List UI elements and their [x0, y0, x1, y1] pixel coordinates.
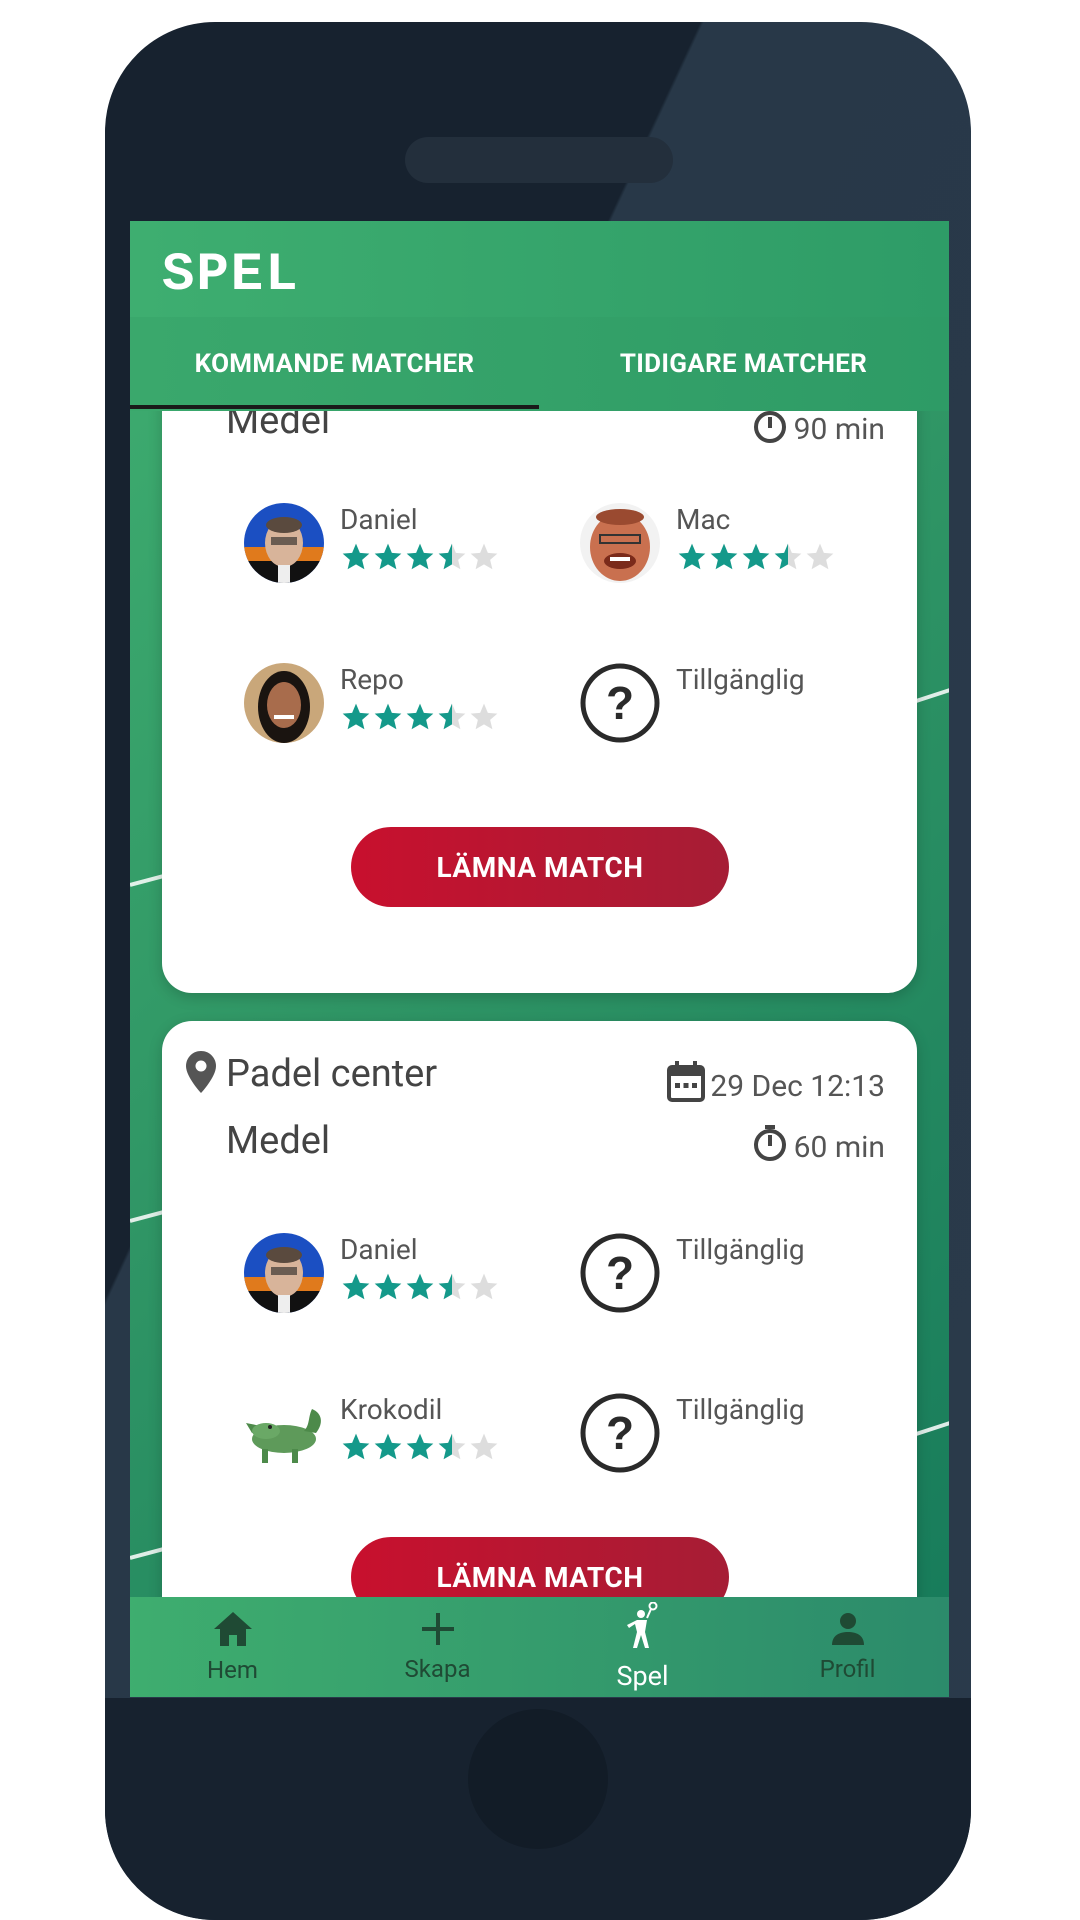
player-slot-available[interactable]: ? Tillgänglig [580, 1233, 910, 1323]
star-full-icon [678, 543, 706, 570]
player-name: Tillgänglig [676, 1233, 805, 1266]
star-full-icon [406, 1273, 434, 1300]
match-level: Medel [226, 1119, 331, 1163]
avatar-krokodil [244, 1393, 324, 1473]
match-location: Padel center [186, 1051, 437, 1097]
star-full-icon [742, 543, 770, 570]
player-rating [340, 541, 500, 573]
star-half-icon [438, 703, 466, 730]
match-duration: 90 min [750, 411, 885, 453]
avatar-daniel [244, 1233, 324, 1313]
leave-match-button[interactable]: LÄMNA MATCH [351, 827, 729, 907]
player-rating [340, 701, 500, 733]
nav-label: Spel [616, 1660, 669, 1692]
svg-text:?: ? [606, 1247, 634, 1299]
phone-home-button [468, 1709, 608, 1849]
question-icon: ? [580, 1233, 660, 1313]
nav-item-skapa[interactable]: Skapa [335, 1597, 540, 1697]
star-half-icon [774, 543, 802, 570]
timer-icon [750, 1123, 794, 1171]
plus-icon [420, 1611, 456, 1651]
star-empty-icon [470, 543, 498, 570]
star-full-icon [374, 1273, 402, 1300]
match-duration: 60 min [750, 1123, 885, 1171]
star-half-icon [438, 543, 466, 570]
player-name: Mac [676, 503, 731, 536]
person-icon [830, 1611, 866, 1651]
nav-label: Profil [819, 1655, 876, 1683]
star-empty-icon [470, 1273, 498, 1300]
tab-upcoming-matches[interactable]: KOMMANDE MATCHER [130, 317, 539, 411]
star-full-icon [342, 543, 370, 570]
app-title: SPEL [162, 245, 300, 306]
player-slot[interactable]: Repo [244, 663, 574, 753]
star-empty-icon [806, 543, 834, 570]
star-full-icon [406, 543, 434, 570]
nav-item-hem[interactable]: Hem [130, 1597, 335, 1697]
star-full-icon [342, 1433, 370, 1460]
tab-past-matches[interactable]: TIDIGARE MATCHER [539, 317, 948, 411]
app-bar: SPEL [130, 221, 949, 319]
location-text: Padel center [226, 1052, 438, 1096]
player-slot[interactable]: Krokodil [244, 1393, 574, 1483]
player-name: Daniel [340, 1233, 418, 1266]
question-icon: ? [580, 663, 660, 743]
star-full-icon [374, 703, 402, 730]
match-date: 29 Dec 12:13 [666, 1061, 885, 1111]
nav-label: Skapa [404, 1655, 471, 1683]
player-rating [676, 541, 836, 573]
star-full-icon [342, 1273, 370, 1300]
match-list[interactable]: Medel 90 min Daniel Mac Repo ? Tillgängl… [130, 411, 949, 1597]
player-name: Tillgänglig [676, 1393, 805, 1426]
player-rating [340, 1271, 500, 1303]
match-duration-text: 60 min [793, 1129, 885, 1165]
player-slot[interactable]: Daniel [244, 1233, 574, 1323]
star-full-icon [406, 1433, 434, 1460]
leave-match-button[interactable]: LÄMNA MATCH [351, 1537, 729, 1597]
player-slot-available[interactable]: ? Tillgänglig [580, 663, 910, 753]
star-full-icon [374, 1433, 402, 1460]
star-full-icon [342, 703, 370, 730]
player-slot[interactable]: Mac [580, 503, 910, 593]
avatar-daniel [244, 503, 324, 583]
player-rating [340, 1431, 500, 1463]
player-slot-available[interactable]: ? Tillgänglig [580, 1393, 910, 1483]
match-card: Padel center 29 Dec 12:13 Medel 60 min D [162, 1021, 917, 1597]
star-full-icon [710, 543, 738, 570]
nav-item-spel[interactable]: Spel [540, 1597, 745, 1697]
question-icon: ? [580, 1393, 660, 1473]
star-half-icon [438, 1433, 466, 1460]
avatar-mac [580, 503, 660, 583]
player-slot[interactable]: Daniel [244, 503, 574, 593]
svg-text:?: ? [606, 1407, 634, 1459]
star-empty-icon [470, 703, 498, 730]
padel-player-icon [625, 1601, 661, 1656]
calendar-icon [666, 1061, 710, 1111]
avatar-repo [244, 663, 324, 743]
match-card: Medel 90 min Daniel Mac Repo ? Tillgängl… [162, 411, 917, 993]
star-half-icon [438, 1273, 466, 1300]
timer-icon [750, 411, 794, 453]
app-screen: SPEL KOMMANDE MATCHER TIDIGARE MATCHER M… [130, 221, 949, 1697]
star-full-icon [406, 703, 434, 730]
match-level: Medel [226, 411, 331, 443]
player-name: Daniel [340, 503, 418, 536]
star-empty-icon [470, 1433, 498, 1460]
star-full-icon [374, 543, 402, 570]
nav-item-profil[interactable]: Profil [745, 1597, 949, 1697]
location-pin-icon [186, 1051, 216, 1097]
tab-bar: KOMMANDE MATCHER TIDIGARE MATCHER [130, 317, 949, 411]
player-name: Krokodil [340, 1393, 443, 1426]
svg-text:?: ? [606, 677, 634, 729]
nav-label: Hem [207, 1656, 258, 1684]
bottom-navigation: Hem Skapa Spel Profil [130, 1597, 949, 1697]
phone-speaker [405, 137, 673, 183]
player-name: Tillgänglig [676, 663, 805, 696]
match-date-text: 29 Dec 12:13 [710, 1068, 885, 1104]
home-icon [212, 1610, 254, 1652]
match-duration-text: 90 min [793, 411, 885, 447]
player-name: Repo [340, 663, 404, 696]
